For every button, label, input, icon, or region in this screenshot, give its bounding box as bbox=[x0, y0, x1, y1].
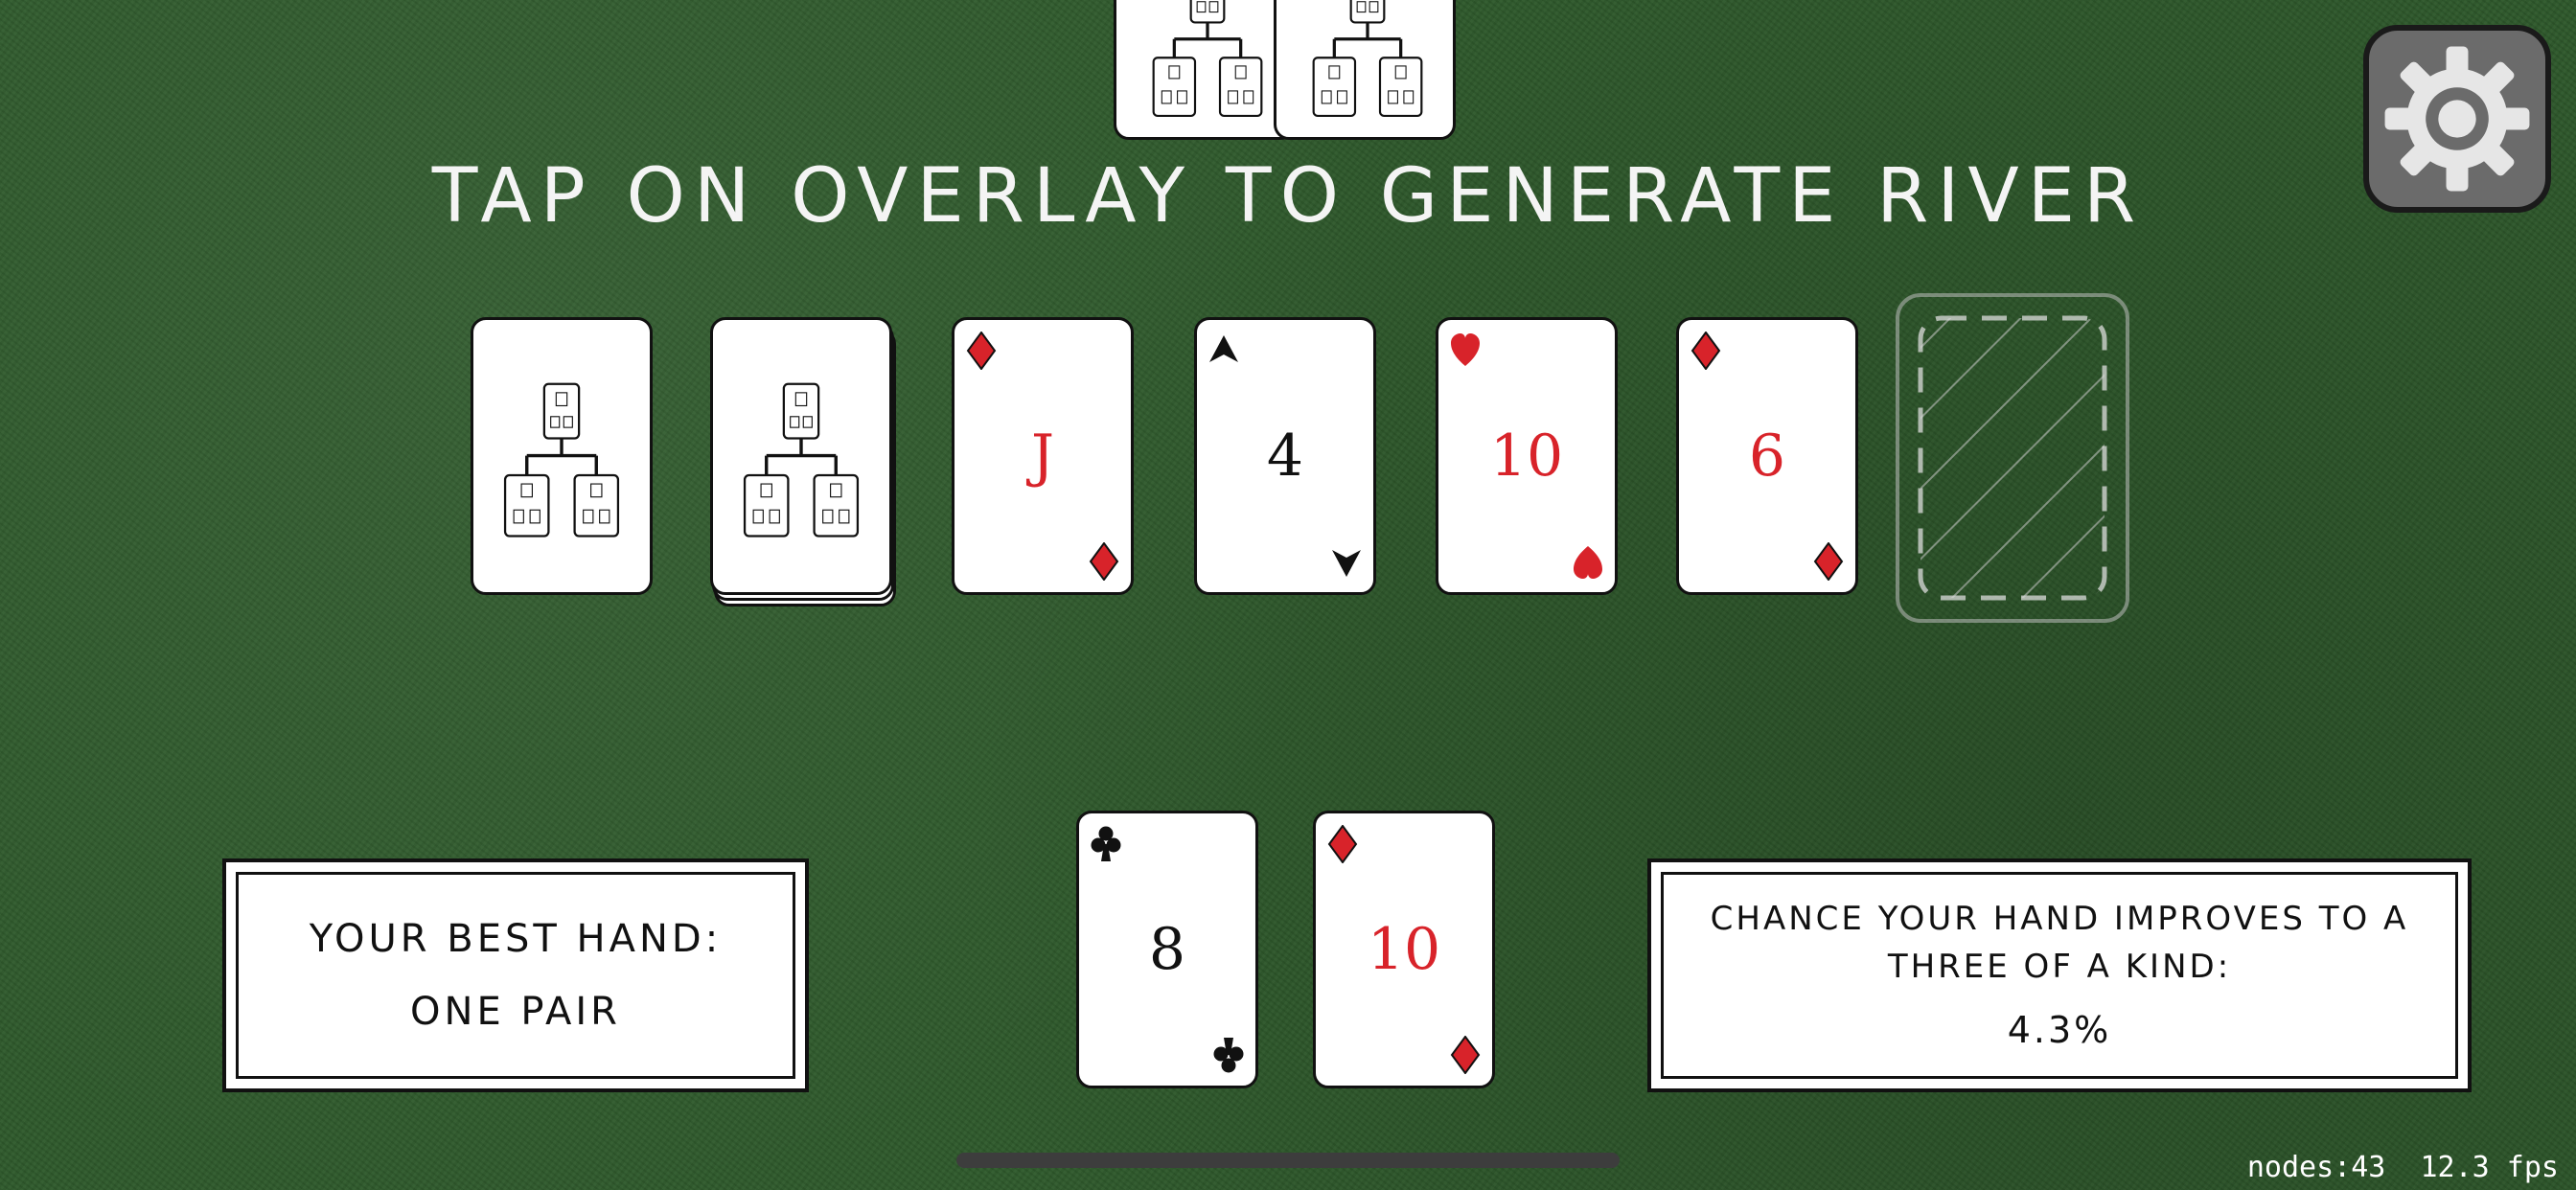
diamond-suit-icon bbox=[1690, 332, 1721, 370]
spade-suit-icon bbox=[1208, 332, 1239, 370]
diamond-suit-icon bbox=[1450, 1036, 1481, 1074]
river-overlay[interactable] bbox=[1896, 293, 2129, 623]
card-rank: J bbox=[1030, 423, 1055, 490]
card-rank: 6 bbox=[1748, 423, 1786, 490]
community-card-2: 4 bbox=[1194, 317, 1376, 595]
home-indicator[interactable] bbox=[956, 1153, 1620, 1168]
community-card-1: J bbox=[952, 317, 1134, 595]
card-back-pattern bbox=[493, 378, 631, 540]
deck-card[interactable] bbox=[471, 317, 653, 595]
community-card-3: 10 bbox=[1436, 317, 1618, 595]
card-rank: 4 bbox=[1266, 423, 1304, 490]
debug-stats: nodes:43 12.3 fps bbox=[2247, 1151, 2559, 1184]
player-card-2: 10 bbox=[1313, 811, 1495, 1088]
club-suit-icon bbox=[1213, 1036, 1244, 1074]
card-rank: 8 bbox=[1148, 916, 1186, 983]
best-hand-value: ONE PAIR bbox=[410, 990, 621, 1034]
deck-stack-card[interactable] bbox=[710, 317, 892, 595]
card-rank: 10 bbox=[1489, 423, 1564, 490]
diamond-suit-icon bbox=[1813, 542, 1844, 581]
odds-panel: CHANCE YOUR HAND IMPROVES TO A THREE OF … bbox=[1647, 858, 2472, 1092]
node-count: nodes:43 bbox=[2246, 1151, 2386, 1184]
odds-value: 4.3% bbox=[2007, 1009, 2112, 1051]
club-suit-icon bbox=[1091, 825, 1121, 863]
diamond-suit-icon bbox=[1327, 825, 1358, 863]
best-hand-label: YOUR BEST HAND: bbox=[309, 917, 723, 961]
gear-icon bbox=[2384, 46, 2530, 192]
heart-suit-icon bbox=[1573, 542, 1603, 581]
card-rank: 10 bbox=[1367, 916, 1441, 983]
diamond-suit-icon bbox=[966, 332, 997, 370]
best-hand-panel: YOUR BEST HAND: ONE PAIR bbox=[222, 858, 809, 1092]
spade-suit-icon bbox=[1331, 542, 1362, 581]
card-back-pattern bbox=[1145, 0, 1270, 124]
opponent-card-2 bbox=[1274, 0, 1456, 140]
odds-line-1: CHANCE YOUR HAND IMPROVES TO A bbox=[1710, 900, 2409, 938]
player-card-1: 8 bbox=[1076, 811, 1258, 1088]
heart-suit-icon bbox=[1450, 332, 1481, 370]
fps-counter: 12.3 fps bbox=[2420, 1151, 2560, 1184]
instruction-banner: TAP ON OVERLAY TO GENERATE RIVER bbox=[431, 153, 2145, 240]
odds-line-2: THREE OF A KIND: bbox=[1887, 948, 2232, 986]
hatch-pattern bbox=[1918, 315, 2107, 601]
odds-frame: CHANCE YOUR HAND IMPROVES TO A THREE OF … bbox=[1661, 872, 2458, 1079]
card-back-pattern bbox=[732, 378, 870, 540]
settings-button[interactable] bbox=[2363, 25, 2551, 213]
opponent-card-1 bbox=[1114, 0, 1296, 140]
card-back-pattern bbox=[1305, 0, 1430, 124]
best-hand-frame: YOUR BEST HAND: ONE PAIR bbox=[236, 872, 795, 1079]
diamond-suit-icon bbox=[1089, 542, 1119, 581]
community-card-4: 6 bbox=[1676, 317, 1858, 595]
